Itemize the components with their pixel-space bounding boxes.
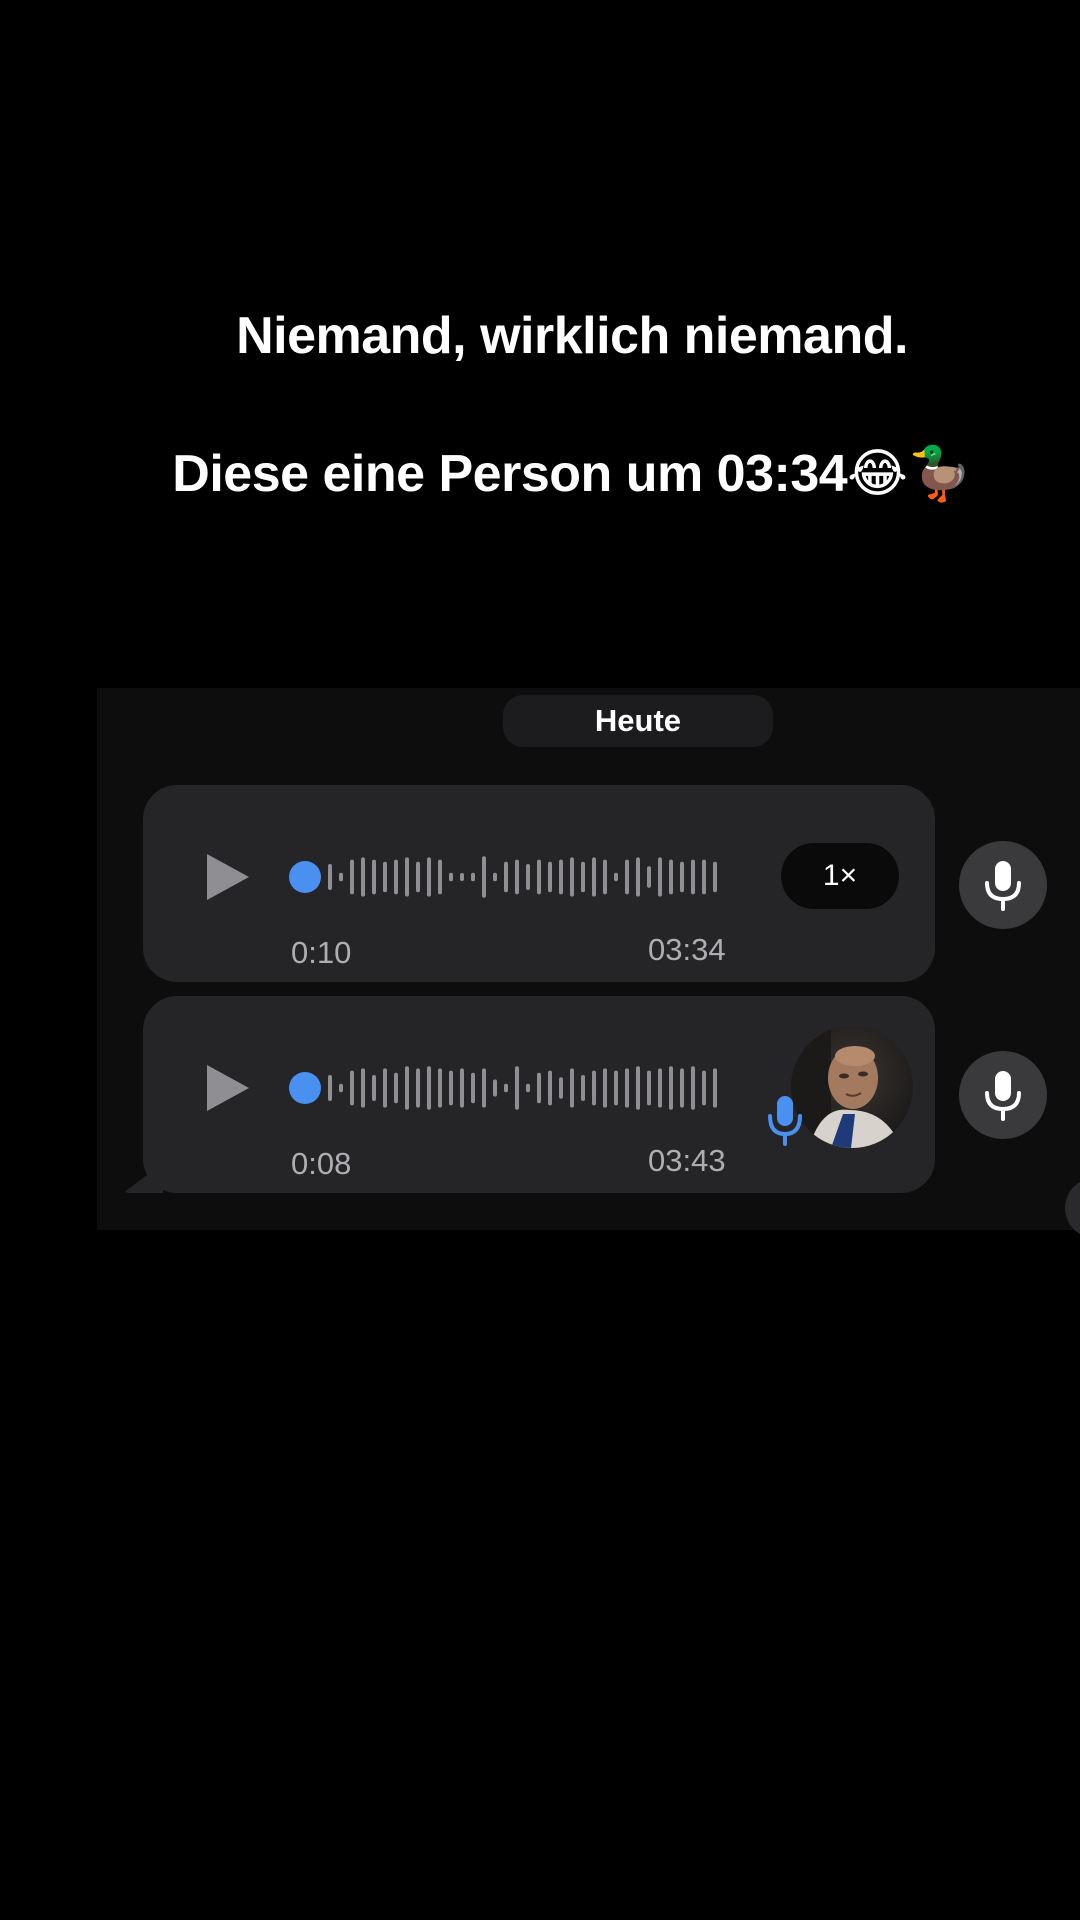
play-icon[interactable] bbox=[203, 851, 253, 903]
microphone-icon bbox=[985, 1071, 1021, 1121]
elapsed-time: 0:10 bbox=[291, 935, 352, 970]
partial-button bbox=[1065, 1178, 1080, 1238]
microphone-icon bbox=[985, 861, 1021, 911]
playhead-dot[interactable] bbox=[289, 1072, 321, 1104]
waveform[interactable] bbox=[288, 833, 728, 921]
caption-line-1: Niemand, wirklich niemand. bbox=[236, 307, 908, 365]
voice-reply-button[interactable] bbox=[959, 1051, 1047, 1139]
voice-reply-button[interactable] bbox=[959, 841, 1047, 929]
elapsed-time: 0:08 bbox=[291, 1146, 352, 1181]
date-divider: Heute bbox=[503, 695, 773, 747]
playhead-dot[interactable] bbox=[289, 861, 321, 893]
bubble-tail bbox=[123, 1163, 163, 1193]
caption-line-2: Diese eine Person um 03:34😂🦆 bbox=[172, 445, 972, 503]
playback-speed-button[interactable]: 1× bbox=[781, 843, 899, 909]
waveform[interactable] bbox=[288, 1044, 728, 1132]
message-timestamp: 03:34 bbox=[648, 932, 726, 967]
chat-panel: Heute 0:10 03:34 1× 0:08 03:43 bbox=[97, 688, 1080, 1238]
message-timestamp: 03:43 bbox=[648, 1143, 726, 1178]
voice-message: 0:10 03:34 1× bbox=[143, 785, 935, 982]
avatar bbox=[791, 1026, 913, 1148]
play-icon[interactable] bbox=[203, 1062, 253, 1114]
voice-message: 0:08 03:43 bbox=[123, 996, 935, 1193]
microphone-icon bbox=[768, 1096, 802, 1146]
